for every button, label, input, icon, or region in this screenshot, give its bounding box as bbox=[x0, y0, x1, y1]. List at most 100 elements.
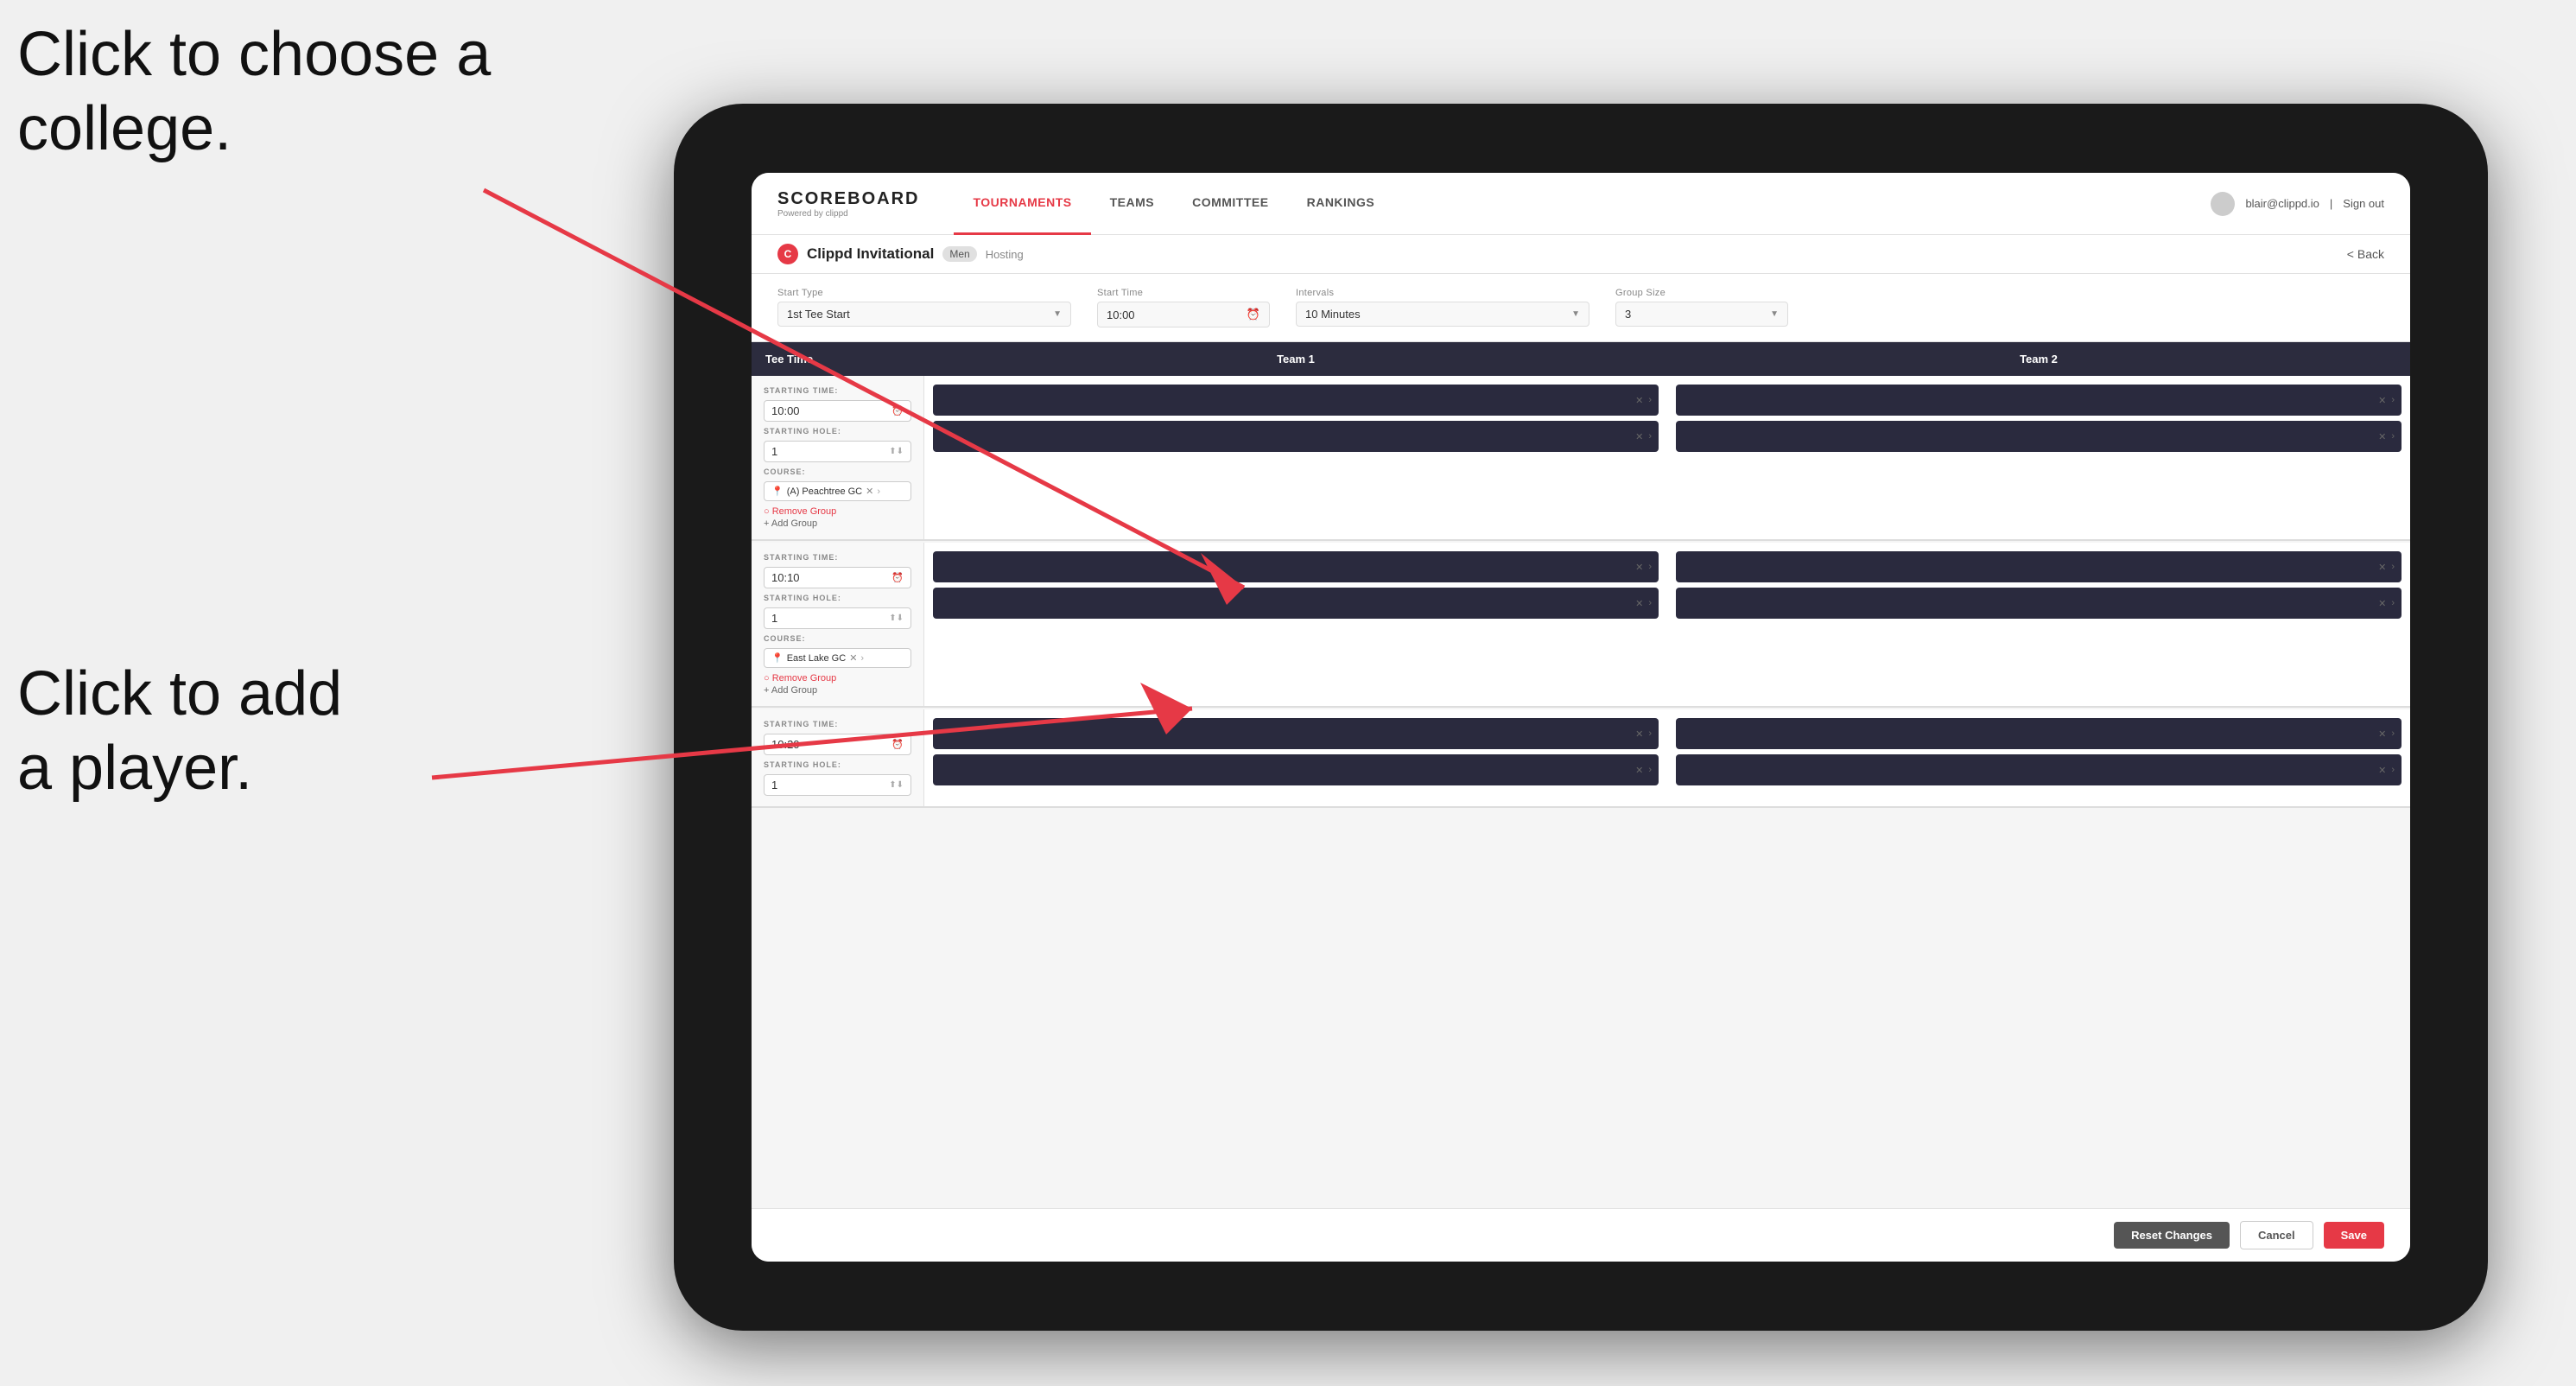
close-icon: ✕ bbox=[1635, 728, 1643, 740]
remove-group-btn-1[interactable]: ○ Remove Group bbox=[764, 673, 911, 683]
chevron-icon: › bbox=[877, 486, 880, 497]
team1-column-0: ✕ › ✕ › bbox=[924, 376, 1667, 539]
chevron-icon: ⬆⬇ bbox=[889, 780, 904, 790]
group-size-label: Group Size bbox=[1615, 288, 1788, 298]
edit-icon: › bbox=[2391, 395, 2395, 405]
group-left-2: STARTING TIME: 10:20 ⏰ STARTING HOLE: 1 … bbox=[752, 709, 924, 806]
remove-course-icon-0[interactable]: ✕ bbox=[866, 486, 873, 497]
gender-badge: Men bbox=[942, 246, 976, 262]
th-team1: Team 1 bbox=[924, 342, 1667, 376]
edit-icon: › bbox=[2391, 431, 2395, 442]
starting-time-label-0: STARTING TIME: bbox=[764, 386, 911, 395]
nav-tab-tournaments[interactable]: TOURNAMENTS bbox=[954, 173, 1090, 235]
player-slot-team2-2-0[interactable]: ✕ › bbox=[1676, 718, 2402, 749]
tablet-frame: SCOREBOARD Powered by clippd TOURNAMENTS… bbox=[674, 104, 2488, 1331]
add-group-btn-0[interactable]: + Add Group bbox=[764, 518, 911, 529]
clock-icon: ⏰ bbox=[891, 405, 904, 416]
player-slot-team2-1-1[interactable]: ✕ › bbox=[1676, 588, 2402, 619]
nav-tab-committee[interactable]: COMMITTEE bbox=[1173, 173, 1288, 235]
start-type-select[interactable]: 1st Tee Start ▼ bbox=[777, 302, 1071, 327]
player-slot-0-0[interactable]: ✕ › bbox=[933, 385, 1659, 416]
cancel-button[interactable]: Cancel bbox=[2240, 1221, 2313, 1249]
group-actions-1: ○ Remove Group + Add Group bbox=[764, 673, 911, 696]
app-container: SCOREBOARD Powered by clippd TOURNAMENTS… bbox=[752, 173, 2410, 1262]
course-tag-1[interactable]: 📍 East Lake GC ✕ › bbox=[764, 648, 911, 668]
group-size-group: Group Size 3 ▼ bbox=[1615, 288, 1788, 327]
starting-time-input-1[interactable]: 10:10 ⏰ bbox=[764, 567, 911, 588]
avatar bbox=[2211, 192, 2235, 216]
player-slot-team2-2-1[interactable]: ✕ › bbox=[1676, 754, 2402, 785]
event-name: Clippd Invitational bbox=[807, 245, 934, 263]
player-slot-0-1[interactable]: ✕ › bbox=[933, 421, 1659, 452]
chevron-icon: ⬆⬇ bbox=[889, 614, 904, 623]
group-left-0: STARTING TIME: 10:00 ⏰ STARTING HOLE: 1 … bbox=[752, 376, 924, 539]
close-icon: ✕ bbox=[2378, 728, 2386, 740]
close-icon: ✕ bbox=[1635, 395, 1643, 406]
intervals-group: Intervals 10 Minutes ▼ bbox=[1296, 288, 1589, 327]
chevron-down-icon: ▼ bbox=[1770, 309, 1779, 319]
starting-hole-input-1[interactable]: 1 ⬆⬇ bbox=[764, 607, 911, 629]
starting-time-input-0[interactable]: 10:00 ⏰ bbox=[764, 400, 911, 422]
group-row-1: STARTING TIME: 10:10 ⏰ STARTING HOLE: 1 … bbox=[752, 543, 2410, 708]
course-tag-0[interactable]: 📍 (A) Peachtree GC ✕ › bbox=[764, 481, 911, 501]
clock-icon: ⏰ bbox=[1247, 308, 1260, 321]
header-right: blair@clippd.io | Sign out bbox=[2211, 192, 2384, 216]
close-icon: ✕ bbox=[1635, 765, 1643, 776]
annotation-top: Click to choose a college. bbox=[17, 17, 491, 167]
separator: | bbox=[2330, 197, 2332, 210]
save-button[interactable]: Save bbox=[2324, 1222, 2384, 1249]
user-email: blair@clippd.io bbox=[2245, 197, 2319, 210]
player-slot-team2-0-0[interactable]: ✕ › bbox=[1676, 385, 2402, 416]
player-slot-team2-1-0[interactable]: ✕ › bbox=[1676, 551, 2402, 582]
th-team2: Team 2 bbox=[1667, 342, 2410, 376]
add-group-btn-1[interactable]: + Add Group bbox=[764, 685, 911, 696]
start-time-label: Start Time bbox=[1097, 288, 1270, 298]
close-icon: ✕ bbox=[2378, 431, 2386, 442]
chevron-icon: ⬆⬇ bbox=[889, 447, 904, 456]
action-bar: Reset Changes Cancel Save bbox=[752, 1208, 2410, 1262]
edit-icon: › bbox=[1648, 728, 1652, 739]
group-left-1: STARTING TIME: 10:10 ⏰ STARTING HOLE: 1 … bbox=[752, 543, 924, 706]
back-button[interactable]: < Back bbox=[2347, 247, 2384, 261]
annotation-mid: Click to add a player. bbox=[17, 657, 342, 806]
edit-icon: › bbox=[1648, 431, 1652, 442]
group-row-2: STARTING TIME: 10:20 ⏰ STARTING HOLE: 1 … bbox=[752, 709, 2410, 808]
group-size-select[interactable]: 3 ▼ bbox=[1615, 302, 1788, 327]
team2-column-2: ✕ › ✕ › bbox=[1667, 709, 2410, 806]
course-label-0: COURSE: bbox=[764, 467, 911, 476]
edit-icon: › bbox=[1648, 765, 1652, 775]
player-slot-2-0[interactable]: ✕ › bbox=[933, 718, 1659, 749]
remove-course-icon-1[interactable]: ✕ bbox=[849, 652, 857, 664]
starting-time-label-1: STARTING TIME: bbox=[764, 553, 911, 562]
logo-area: SCOREBOARD Powered by clippd bbox=[777, 189, 919, 219]
remove-group-btn-0[interactable]: ○ Remove Group bbox=[764, 506, 911, 517]
starting-hole-input-2[interactable]: 1 ⬆⬇ bbox=[764, 774, 911, 796]
starting-hole-label-1: STARTING HOLE: bbox=[764, 594, 911, 602]
table-header: Tee Time Team 1 Team 2 bbox=[752, 342, 2410, 376]
player-slot-team2-0-1[interactable]: ✕ › bbox=[1676, 421, 2402, 452]
close-icon: ✕ bbox=[2378, 598, 2386, 609]
edit-icon: › bbox=[1648, 395, 1652, 405]
nav-tab-teams[interactable]: TEAMS bbox=[1091, 173, 1174, 235]
sign-out-link[interactable]: Sign out bbox=[2343, 197, 2384, 210]
clock-icon: ⏰ bbox=[891, 572, 904, 583]
player-slot-1-1[interactable]: ✕ › bbox=[933, 588, 1659, 619]
close-icon: ✕ bbox=[2378, 765, 2386, 776]
player-slot-1-0[interactable]: ✕ › bbox=[933, 551, 1659, 582]
clippd-logo: C bbox=[777, 244, 798, 264]
map-icon: 📍 bbox=[771, 652, 784, 664]
close-icon: ✕ bbox=[1635, 562, 1643, 573]
intervals-select[interactable]: 10 Minutes ▼ bbox=[1296, 302, 1589, 327]
edit-icon: › bbox=[1648, 562, 1652, 572]
group-row-0: STARTING TIME: 10:00 ⏰ STARTING HOLE: 1 … bbox=[752, 376, 2410, 541]
start-time-input[interactable]: 10:00 ⏰ bbox=[1097, 302, 1270, 327]
clock-icon: ⏰ bbox=[891, 739, 904, 750]
nav-tab-rankings[interactable]: RANKINGS bbox=[1288, 173, 1394, 235]
starting-hole-input-0[interactable]: 1 ⬆⬇ bbox=[764, 441, 911, 462]
starting-time-input-2[interactable]: 10:20 ⏰ bbox=[764, 734, 911, 755]
nav-tabs: TOURNAMENTS TEAMS COMMITTEE RANKINGS bbox=[954, 173, 2211, 235]
reset-changes-button[interactable]: Reset Changes bbox=[2114, 1222, 2230, 1249]
starting-hole-label-0: STARTING HOLE: bbox=[764, 427, 911, 436]
team1-column-1: ✕ › ✕ › bbox=[924, 543, 1667, 706]
player-slot-2-1[interactable]: ✕ › bbox=[933, 754, 1659, 785]
